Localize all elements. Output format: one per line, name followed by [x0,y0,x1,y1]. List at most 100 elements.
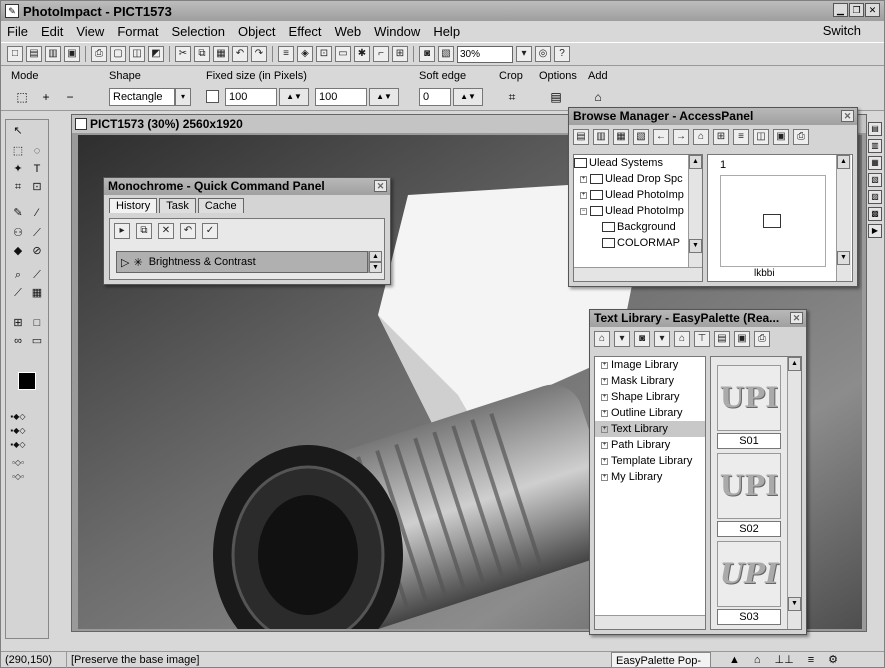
wand-tool-icon[interactable]: ✦ [9,160,27,178]
height-stepper[interactable]: ▲▼ [369,88,399,106]
add-to-library-icon[interactable]: ⌂ [594,331,610,347]
tree-item[interactable]: Ulead Systems [574,155,702,171]
scroll-up-icon[interactable]: ▲ [788,357,801,371]
tree-hscrollbar[interactable] [574,267,702,281]
foreground-color[interactable] [18,372,36,390]
library-item[interactable]: + My Library [595,469,705,485]
copy-icon[interactable]: ⧉ [136,223,152,239]
print-icon[interactable]: ⎙ [793,129,809,145]
expand-icon[interactable]: + [601,425,608,433]
grid-icon[interactable]: ⊞ [392,46,408,62]
scroll-up-icon[interactable]: ▲ [369,251,382,262]
rectangle-tool-icon[interactable]: □ [28,314,46,332]
grid-lines-icon[interactable]: ≡ [808,652,814,668]
panel-toggle-icon[interactable]: ▩ [868,207,882,221]
chevron-down-icon[interactable]: ▾ [516,46,532,62]
history-entry[interactable]: ▷ ✳ Brightness & Contrast [116,251,368,273]
menu-effect[interactable]: Effect [289,24,322,39]
options-icon[interactable]: ▤ [547,88,565,106]
stamp-tool-icon[interactable]: ▦ [28,284,46,302]
shape-tool-icon[interactable]: ▭ [28,332,46,350]
print-icon[interactable]: ⎙ [91,46,107,62]
chevron-down-icon[interactable]: ▾ [175,88,191,106]
selection-tool-icon[interactable]: ⬚ [9,142,27,160]
panel-toggle-icon[interactable]: ▶ [868,224,882,238]
height-field[interactable]: 100 [315,88,367,106]
browse-icon[interactable]: ▥ [45,46,61,62]
collection-icon[interactable]: ▧ [633,129,649,145]
eraser-tool-icon[interactable]: ⊘ [28,242,46,260]
minimize-icon[interactable]: ▁ [833,3,848,17]
width-stepper[interactable]: ▲▼ [279,88,309,106]
expand-icon[interactable]: + [601,377,608,385]
undo-icon[interactable]: ↶ [180,223,196,239]
tree-item[interactable]: − Ulead PhotoImp [574,203,702,219]
open-icon[interactable]: ▤ [26,46,42,62]
up-folder-icon[interactable]: ⌂ [693,129,709,145]
transform-tool-icon[interactable]: ⊡ [28,178,46,196]
width-field[interactable]: 100 [225,88,277,106]
copy-icon[interactable]: ⧉ [194,46,210,62]
path-tool-icon[interactable]: ∞ [9,332,27,350]
panel-toggle-icon[interactable]: ▥ [868,139,882,153]
menu-edit[interactable]: Edit [41,24,63,39]
scroll-up-icon[interactable]: ▲ [837,155,850,169]
tree-item[interactable]: COLORMAP [574,235,702,251]
paste-icon[interactable]: ▦ [213,46,229,62]
library-item[interactable]: + Outline Library [595,405,705,421]
history-scrollbar[interactable]: ▲ ▼ [368,251,383,273]
menu-window[interactable]: Window [374,24,420,39]
chevron-down-icon[interactable]: ▾ [654,331,670,347]
menu-selection[interactable]: Selection [171,24,224,39]
chevron-down-icon[interactable]: ▾ [614,331,630,347]
tree-item[interactable]: + Ulead Drop Spc [574,171,702,187]
library-scrollbar[interactable]: ▲ ▼ [787,357,801,629]
fixed-size-checkbox[interactable] [206,90,219,103]
tree-toggle-icon[interactable]: ⊤ [694,331,710,347]
ruler-icon[interactable]: ⊥⊥ [775,652,794,668]
zoom-tool-icon[interactable]: ⌕ [9,266,27,284]
zoom-select[interactable]: 30% [457,45,513,63]
merge-icon[interactable]: ≡ [278,46,294,62]
add-mode-icon[interactable]: + [37,88,55,106]
subtract-mode-icon[interactable]: − [61,88,79,106]
gallery-icon[interactable]: ▦ [613,129,629,145]
retouch-tool-icon[interactable]: ⟋ [28,224,46,242]
scroll-down-icon[interactable]: ▼ [369,262,382,273]
menu-help[interactable]: Help [433,24,460,39]
triangle-up-icon[interactable]: ▲ [729,652,740,668]
tree-scrollbar[interactable]: ▲ ▼ [688,155,702,267]
tree-item[interactable]: Background [574,219,702,235]
import-icon[interactable]: ⌂ [674,331,690,347]
preview-icon[interactable]: ◫ [129,46,145,62]
menu-web[interactable]: Web [335,24,362,39]
preview-toggle-icon[interactable]: ◎ [535,46,551,62]
line-tool-icon[interactable]: ⟋ [9,284,27,302]
switch-button[interactable]: Switch [823,23,861,38]
library-hscrollbar[interactable] [595,615,705,629]
close-icon[interactable]: ✕ [865,3,880,17]
menu-view[interactable]: View [76,24,104,39]
panel-toggle-icon[interactable]: ▦ [868,156,882,170]
thumbnail-view-icon[interactable]: ⊞ [713,129,729,145]
brush-tool-icon[interactable]: ✎ [9,204,27,222]
tree-item[interactable]: + Ulead PhotoImp [574,187,702,203]
display-icon[interactable]: ▧ [438,46,454,62]
new-file-icon[interactable]: □ [7,46,23,62]
expand-icon[interactable]: + [601,393,608,401]
folder-view-icon[interactable]: ▤ [573,129,589,145]
panel-toggle-icon[interactable]: ▤ [868,122,882,136]
lasso-tool-icon[interactable]: ◌ [28,142,46,160]
tab-task[interactable]: Task [159,198,196,213]
album-icon[interactable]: ▥ [593,129,609,145]
color-swatch[interactable] [12,366,42,396]
list-view-icon[interactable]: ▤ [714,331,730,347]
crop-tool-icon[interactable]: ⌗ [9,178,27,196]
crop-icon[interactable]: ⌗ [503,88,521,106]
redo-icon[interactable]: ↷ [251,46,267,62]
thumbnail-scrollbar[interactable]: ▲ ▼ [836,155,851,281]
sort-icon[interactable]: ≡ [733,129,749,145]
clone-tool-icon[interactable]: ⚇ [9,224,27,242]
library-thumbnail[interactable]: UPI [717,365,781,431]
close-icon[interactable]: ✕ [374,180,387,192]
